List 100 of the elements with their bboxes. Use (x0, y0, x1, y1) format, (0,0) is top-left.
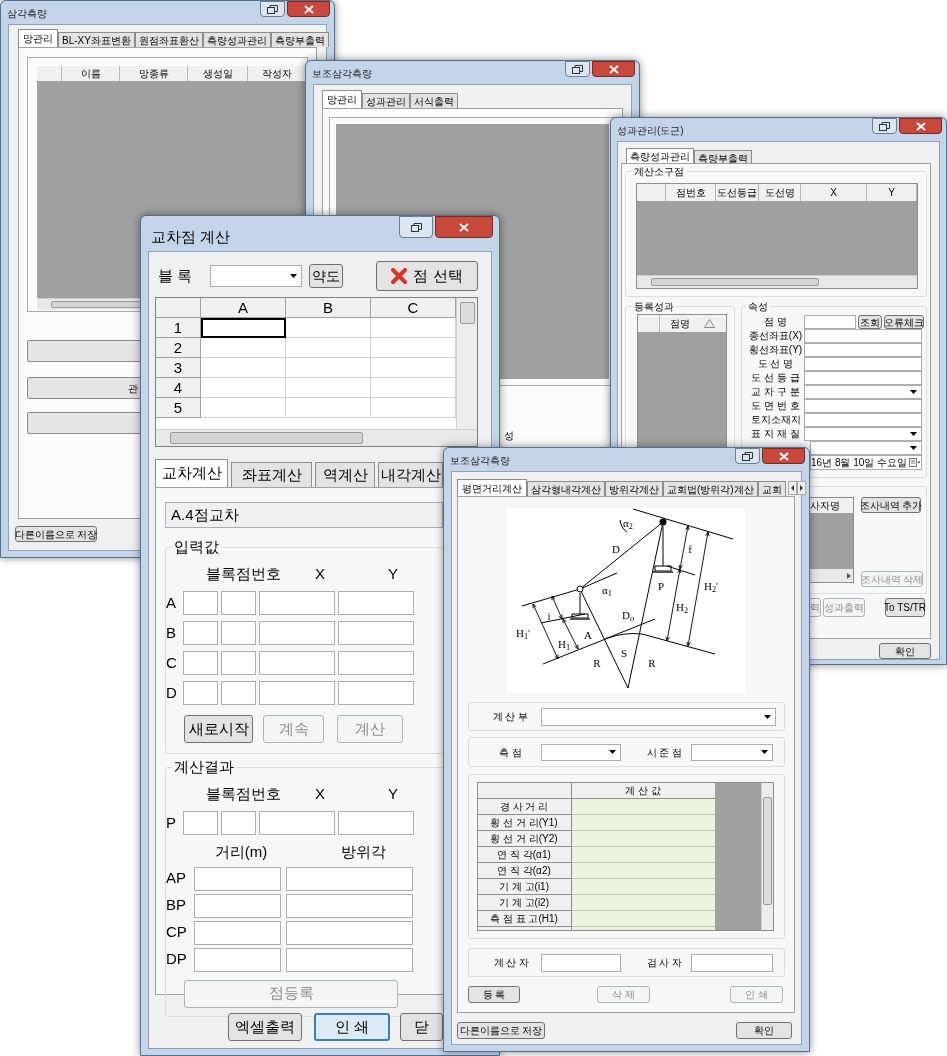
button[interactable]: 엑셀출력 (228, 1013, 302, 1041)
select-point-button[interactable]: 점 선택 (376, 261, 478, 291)
input-field[interactable] (804, 413, 922, 427)
dropdown[interactable] (540, 707, 776, 726)
close-button[interactable] (762, 448, 805, 464)
input-field[interactable] (183, 621, 218, 645)
tab[interactable]: 교회 (757, 481, 786, 496)
button[interactable]: 관 (27, 377, 142, 399)
table-cell[interactable] (571, 799, 715, 815)
calendar-icon[interactable] (909, 457, 921, 467)
input-field[interactable] (221, 591, 256, 615)
input-field[interactable] (804, 371, 922, 385)
input-field[interactable] (194, 920, 281, 945)
input-field[interactable] (194, 893, 281, 918)
input-field[interactable] (286, 866, 413, 891)
restore-button[interactable] (260, 1, 285, 17)
dropdown[interactable] (540, 743, 621, 761)
tab[interactable]: 역계산 (315, 462, 375, 487)
tab[interactable]: BL-XY좌표변환 (58, 32, 135, 47)
tab[interactable]: 측량성과관리 (202, 32, 271, 47)
table-cell[interactable] (571, 895, 715, 911)
table-cell[interactable] (571, 863, 715, 879)
input-field[interactable] (221, 621, 256, 645)
input-field[interactable] (338, 681, 414, 705)
dropdown[interactable] (804, 385, 922, 399)
input-field[interactable] (259, 651, 335, 675)
input-field[interactable] (221, 651, 256, 675)
table-cell[interactable] (571, 911, 715, 927)
grid-cell[interactable] (201, 318, 286, 338)
tab[interactable]: 성과관리 (362, 93, 410, 108)
dropdown[interactable]: A.4점교차 (165, 502, 443, 528)
restore-button[interactable] (735, 448, 760, 464)
scrollbar[interactable] (456, 298, 477, 429)
close-button[interactable] (435, 216, 493, 238)
table-cell[interactable] (571, 831, 715, 847)
sort-icon[interactable] (704, 319, 715, 328)
input-field[interactable] (804, 329, 922, 343)
input-field[interactable] (259, 811, 335, 835)
input-field[interactable] (286, 947, 413, 972)
button[interactable]: To TS/TR (885, 598, 925, 617)
tab[interactable]: 원점좌표환산 (134, 32, 203, 47)
dropdown[interactable] (804, 427, 922, 441)
input-field[interactable] (183, 651, 218, 675)
input-field[interactable] (804, 315, 856, 329)
restore-button[interactable] (565, 61, 590, 77)
input-field[interactable] (183, 591, 218, 615)
ok-button[interactable]: 확인 (879, 643, 931, 659)
tab[interactable]: 내각계산 (378, 462, 443, 487)
ok-button[interactable]: 확인 (736, 1022, 792, 1039)
scroll-right-icon[interactable] (847, 572, 851, 579)
restore-button[interactable] (399, 216, 433, 238)
tab[interactable]: 망관리 (322, 90, 362, 108)
sketch-button[interactable]: 약도 (309, 264, 343, 288)
tab[interactable]: 교차계산 (155, 459, 228, 487)
tab-scroll-left-icon[interactable] (787, 481, 797, 495)
input-field[interactable] (690, 953, 773, 972)
input-field[interactable] (194, 866, 281, 891)
input-field[interactable] (183, 681, 218, 705)
input-field[interactable] (259, 681, 335, 705)
input-field[interactable] (194, 947, 281, 972)
scrollbar[interactable] (156, 429, 477, 446)
lookup-button[interactable]: 조회 (858, 315, 882, 329)
tab[interactable]: 측량부출력 (694, 150, 752, 163)
tab[interactable]: 방위각계산 (605, 481, 663, 496)
close-button[interactable] (592, 61, 635, 77)
tab-scroll-right-icon[interactable] (796, 481, 806, 495)
tab[interactable]: 평면거리계산 (457, 479, 527, 496)
tab[interactable]: 교회법(방위각)계산 (663, 481, 758, 496)
table-cell[interactable] (571, 815, 715, 831)
input-field[interactable] (286, 920, 413, 945)
input-field[interactable] (183, 811, 218, 835)
input-field[interactable] (804, 357, 922, 371)
button[interactable] (27, 412, 142, 434)
table-cell[interactable] (571, 879, 715, 895)
tab[interactable]: 서식출력 (410, 93, 458, 108)
input-field[interactable] (338, 811, 414, 835)
input-field[interactable] (804, 343, 922, 357)
input-field[interactable] (259, 591, 335, 615)
input-field[interactable] (286, 893, 413, 918)
close-button[interactable] (899, 118, 942, 134)
button[interactable] (27, 340, 142, 362)
tab[interactable]: 측량성과관리 (626, 148, 694, 163)
table-cell[interactable] (571, 847, 715, 863)
tab[interactable]: 좌표계산 (231, 462, 312, 487)
input-field[interactable] (221, 681, 256, 705)
error-check-button[interactable]: 오류체크 (884, 315, 924, 329)
input-field[interactable] (338, 591, 414, 615)
scrollbar[interactable] (810, 569, 853, 582)
tab[interactable]: 망관리 (18, 29, 58, 47)
input-field[interactable] (338, 621, 414, 645)
input-field[interactable] (221, 811, 256, 835)
input-field[interactable] (338, 651, 414, 675)
input-field[interactable] (259, 621, 335, 645)
add-survey-button[interactable]: 조사내역 추가 (861, 497, 921, 513)
input-field[interactable] (804, 399, 922, 413)
dropdown[interactable] (690, 743, 773, 761)
save-as-button[interactable]: 다른이름으로 저장 (457, 1022, 545, 1039)
tab[interactable]: 삼각형내각계산 (527, 481, 605, 496)
scrollbar[interactable] (637, 275, 917, 288)
dropdown[interactable] (210, 265, 302, 287)
